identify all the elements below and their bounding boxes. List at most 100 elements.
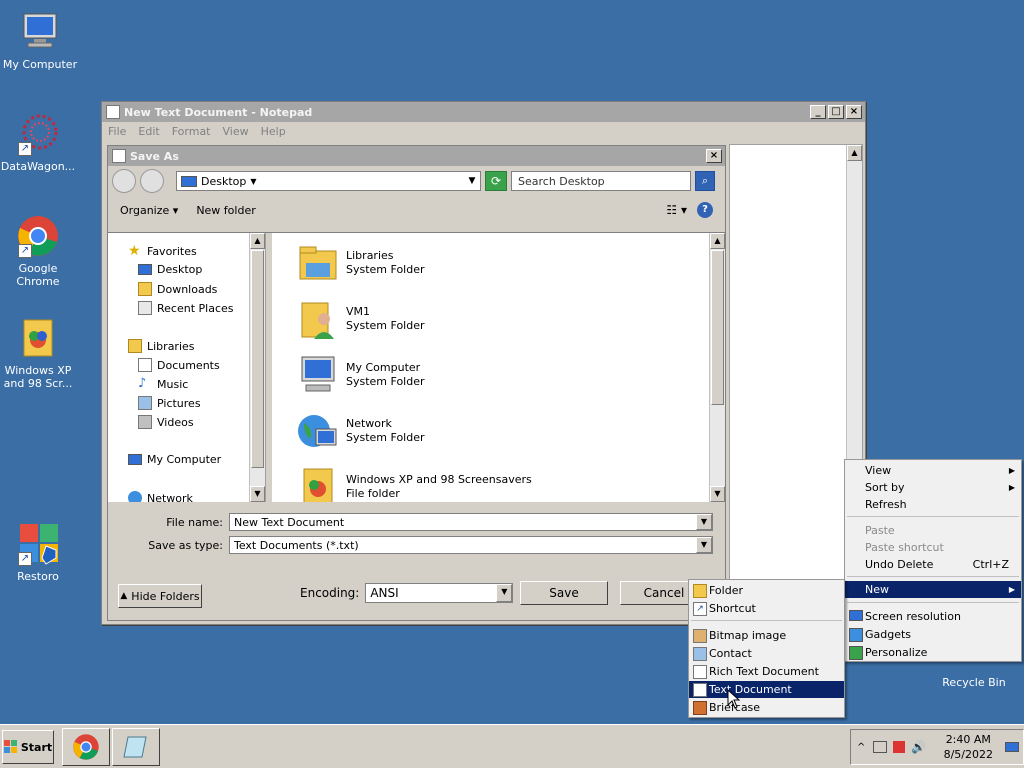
menu-item-undo-delete[interactable]: Undo Delete Ctrl+Z	[845, 556, 1021, 573]
new-submenu[interactable]: Folder ↗ Shortcut Bitmap image Contact Ri…	[688, 579, 845, 718]
show-desktop-icon[interactable]	[1005, 742, 1019, 752]
file-name-input[interactable]: New Text Document ▼	[229, 513, 713, 531]
maximize-button[interactable]: □	[828, 105, 844, 119]
menu-item-rich-text[interactable]: Rich Text Document	[689, 663, 844, 680]
file-pane-scrollbar[interactable]: ▲ ▼	[709, 233, 725, 502]
save-button[interactable]: Save	[520, 581, 608, 605]
close-button[interactable]: ×	[846, 105, 862, 119]
show-hidden-icons-button[interactable]: ^	[857, 742, 865, 753]
file-item-libraries[interactable]: Libraries System Folder	[296, 241, 425, 285]
desktop-icon-recycle-bin[interactable]: Recycle Bin	[934, 676, 1014, 690]
dropdown-arrow-icon[interactable]: ▼	[696, 514, 712, 530]
notepad-text-area[interactable]: ▲	[729, 144, 863, 622]
menu-item-folder[interactable]: Folder	[689, 582, 844, 599]
menu-item-personalize[interactable]: Personalize	[845, 644, 1021, 661]
nav-pictures[interactable]: Pictures	[138, 396, 201, 410]
documents-icon	[138, 358, 152, 372]
save-as-titlebar[interactable]: Save As ×	[108, 146, 725, 166]
nav-documents[interactable]: Documents	[138, 358, 220, 372]
menu-view[interactable]: View	[223, 125, 249, 138]
libraries-icon	[128, 339, 142, 353]
encoding-select[interactable]: ANSI ▼	[365, 583, 514, 603]
menu-item-view[interactable]: View ▶	[845, 462, 1021, 479]
volume-icon[interactable]: 🔊	[911, 740, 926, 754]
organize-button[interactable]: Organize ▾	[120, 204, 178, 217]
dropdown-arrow-icon[interactable]: ▼	[496, 584, 513, 602]
forward-button[interactable]	[140, 169, 164, 193]
nav-recent-places[interactable]: Recent Places	[138, 301, 234, 315]
menu-format[interactable]: Format	[172, 125, 211, 138]
menu-item-screen-resolution[interactable]: Screen resolution	[845, 608, 1021, 625]
menu-file[interactable]: File	[108, 125, 126, 138]
menu-item-contact[interactable]: Contact	[689, 645, 844, 662]
menu-item-paste-shortcut[interactable]: Paste shortcut	[845, 539, 1021, 556]
restoro-icon: ↗	[16, 522, 60, 566]
nav-desktop[interactable]: Desktop	[138, 263, 202, 276]
notepad-titlebar[interactable]: New Text Document - Notepad _ □ ×	[102, 102, 865, 122]
dialog-close-button[interactable]: ×	[706, 149, 722, 163]
nav-network[interactable]: Network	[128, 491, 193, 502]
file-item-my-computer[interactable]: My Computer System Folder	[296, 353, 425, 397]
scroll-down-arrow[interactable]: ▼	[250, 486, 265, 502]
file-list-pane[interactable]: Libraries System Folder VM1 System Folde…	[266, 233, 725, 502]
nav-my-computer[interactable]: My Computer	[128, 453, 221, 466]
scroll-up-arrow[interactable]: ▲	[847, 145, 862, 161]
file-item-network[interactable]: Network System Folder	[296, 409, 425, 453]
nav-videos[interactable]: Videos	[138, 415, 194, 429]
clock[interactable]: 2:40 AM 8/5/2022	[944, 732, 993, 762]
nav-music[interactable]: ♪ Music	[138, 377, 188, 391]
refresh-button[interactable]: ⟳	[485, 171, 507, 191]
scroll-up-arrow[interactable]: ▲	[710, 233, 725, 249]
file-type: File folder	[346, 487, 400, 500]
save-as-dialog[interactable]: Save As × Desktop ▼ ▼ ⟳ Search Desktop ⌕…	[107, 145, 726, 621]
menu-item-briefcase[interactable]: Briefcase	[689, 699, 844, 716]
menu-item-refresh[interactable]: Refresh	[845, 496, 1021, 513]
address-dropdown-icon[interactable]: ▼	[464, 176, 480, 186]
start-button[interactable]: Start	[2, 730, 54, 764]
dropdown-arrow-icon[interactable]: ▼	[696, 537, 712, 553]
save-as-title: Save As	[130, 149, 179, 163]
scroll-down-arrow[interactable]: ▼	[710, 486, 725, 502]
network-tray-icon[interactable]	[873, 741, 888, 753]
search-input[interactable]: Search Desktop	[511, 171, 691, 191]
file-item-vm1[interactable]: VM1 System Folder	[296, 297, 425, 341]
save-type-select[interactable]: Text Documents (*.txt) ▼	[229, 536, 713, 554]
view-options-icon[interactable]: ☷ ▾	[666, 203, 687, 217]
taskbar-notepad-button[interactable]	[112, 728, 160, 766]
taskbar-chrome-button[interactable]	[62, 728, 110, 766]
desktop-icon-my-computer[interactable]: My Computer	[0, 10, 80, 71]
desktop-icon-datawagon[interactable]: ↗ DataWagon...	[0, 112, 78, 173]
back-button[interactable]	[112, 169, 136, 193]
nav-libraries[interactable]: Libraries	[128, 339, 195, 353]
menu-item-gadgets[interactable]: Gadgets	[845, 626, 1021, 643]
menu-item-paste[interactable]: Paste	[845, 522, 1021, 539]
address-bar[interactable]: Desktop ▼ ▼	[176, 171, 481, 191]
nav-favorites[interactable]: ★ Favorites	[128, 244, 197, 258]
nav-pane-scrollbar[interactable]: ▲ ▼	[249, 233, 265, 502]
menu-item-bitmap[interactable]: Bitmap image	[689, 627, 844, 644]
menu-item-new[interactable]: New ▶	[845, 581, 1021, 598]
hide-folders-button[interactable]: ▲ Hide Folders	[118, 584, 202, 608]
search-button[interactable]: ⌕	[695, 171, 715, 191]
new-folder-button[interactable]: New folder	[196, 204, 255, 217]
action-center-flag-icon[interactable]	[893, 741, 906, 753]
menu-item-sort-by[interactable]: Sort by ▶	[845, 479, 1021, 496]
file-item-screensavers[interactable]: Windows XP and 98 Screensavers File fold…	[296, 465, 532, 502]
libraries-folder-icon	[296, 241, 340, 285]
desktop-context-menu[interactable]: View ▶ Sort by ▶ Refresh Paste Paste short…	[844, 459, 1022, 662]
scroll-up-arrow[interactable]: ▲	[250, 233, 265, 249]
menu-edit[interactable]: Edit	[138, 125, 159, 138]
scroll-thumb[interactable]	[711, 250, 724, 405]
desktop-icon-chrome[interactable]: ↗ Google Chrome	[0, 214, 78, 288]
nav-downloads[interactable]: Downloads	[138, 282, 217, 296]
minimize-button[interactable]: _	[810, 105, 826, 119]
menu-item-text-document[interactable]: Text Document	[689, 681, 844, 698]
scroll-thumb[interactable]	[251, 250, 264, 468]
menu-item-shortcut[interactable]: ↗ Shortcut	[689, 600, 844, 617]
desktop-icon-restoro[interactable]: ↗ Restoro	[0, 522, 78, 583]
navigation-pane[interactable]: ★ Favorites Desktop Downloads Recent Pla…	[108, 233, 266, 502]
breadcrumb-chevron-icon[interactable]: ▼	[250, 177, 256, 186]
desktop-icon-screensavers[interactable]: Windows XP and 98 Scr...	[0, 316, 78, 390]
help-icon[interactable]: ?	[697, 202, 713, 218]
menu-help[interactable]: Help	[261, 125, 286, 138]
